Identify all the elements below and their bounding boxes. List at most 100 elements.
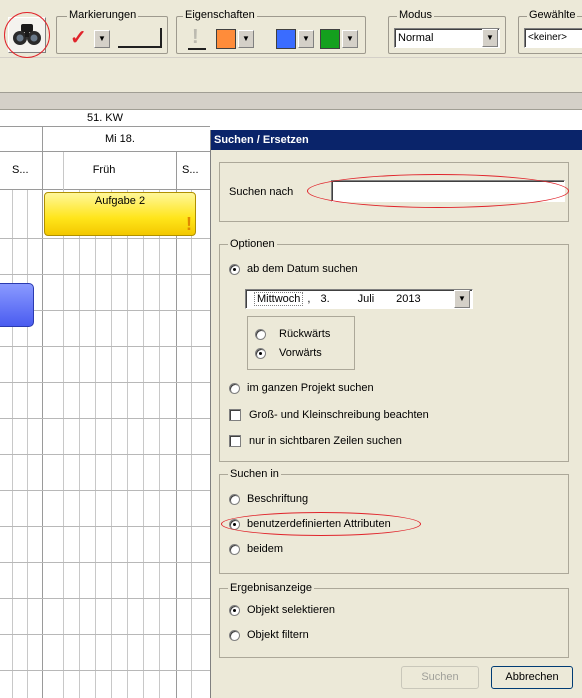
select-object-label: Objekt selektieren bbox=[247, 604, 336, 616]
caption-radio[interactable]: Beschriftung bbox=[229, 493, 308, 505]
shift-right-label: S... bbox=[182, 164, 199, 176]
backward-label: Rückwärts bbox=[279, 328, 331, 340]
grid-line bbox=[191, 190, 192, 698]
radio-indicator bbox=[255, 328, 266, 340]
row-line bbox=[0, 418, 210, 419]
date-dropdown-button[interactable]: ▼ bbox=[454, 290, 470, 308]
row-line bbox=[0, 382, 210, 383]
row-line bbox=[0, 346, 210, 347]
radio-indicator bbox=[229, 629, 240, 641]
grid-line bbox=[27, 190, 28, 698]
result-legend: Ergebnisanzeige bbox=[228, 581, 314, 595]
filter-object-radio[interactable]: Objekt filtern bbox=[229, 629, 309, 641]
backward-radio[interactable]: Rückwärts bbox=[255, 328, 330, 340]
task-bar[interactable] bbox=[0, 283, 34, 327]
properties-group-title: Eigenschaften bbox=[183, 9, 257, 22]
custom-attributes-label: benutzerdefinierten Attributen bbox=[247, 518, 391, 530]
chevron-down-icon: ▼ bbox=[458, 294, 466, 303]
markings-dropdown-button[interactable]: ▼ bbox=[94, 30, 110, 48]
row-line bbox=[0, 634, 210, 635]
orange-color-swatch[interactable] bbox=[216, 29, 236, 49]
grid-line bbox=[95, 190, 96, 698]
find-button[interactable] bbox=[8, 17, 46, 53]
exclamation-icon: ! bbox=[186, 214, 192, 234]
mode-dropdown-button[interactable]: ▼ bbox=[482, 29, 498, 47]
radio-indicator bbox=[229, 382, 240, 394]
whole-project-label: im ganzen Projekt suchen bbox=[247, 382, 374, 394]
search-input[interactable] bbox=[331, 180, 565, 202]
chevron-down-icon: ▼ bbox=[346, 34, 354, 43]
date-picker[interactable]: Mittwoch , 3. Juli 2013 ▼ bbox=[245, 289, 473, 309]
row-line bbox=[0, 598, 210, 599]
markings-slot[interactable] bbox=[118, 28, 162, 48]
selected-select-value: <keiner> bbox=[528, 32, 567, 43]
green-color-dropdown-button[interactable]: ▼ bbox=[342, 30, 358, 48]
date-weekday: Mittwoch bbox=[254, 292, 304, 306]
filter-object-label: Objekt filtern bbox=[247, 629, 309, 641]
grid-line bbox=[12, 190, 13, 698]
radio-indicator bbox=[229, 518, 240, 530]
radio-indicator bbox=[229, 604, 240, 616]
row-line bbox=[0, 526, 210, 527]
checkbox-indicator bbox=[229, 409, 241, 421]
radio-indicator bbox=[229, 263, 240, 275]
day-header: Mi 18. bbox=[0, 127, 210, 152]
cancel-button[interactable]: Abbrechen bbox=[491, 666, 573, 689]
chevron-down-icon: ▼ bbox=[98, 34, 106, 43]
options-legend: Optionen bbox=[228, 237, 277, 251]
search-in-legend: Suchen in bbox=[228, 467, 281, 481]
toolbar: Markierungen ✓ ▼ Eigenschaften ! ▼ ▼ ▼ M… bbox=[0, 0, 582, 58]
mode-group-title: Modus bbox=[397, 9, 435, 22]
custom-attributes-radio[interactable]: benutzerdefinierten Attributen bbox=[229, 518, 391, 530]
selected-group-title: Gewählte bbox=[527, 9, 578, 22]
chevron-down-icon: ▼ bbox=[302, 34, 310, 43]
from-date-radio[interactable]: ab dem Datum suchen bbox=[229, 263, 358, 275]
search-replace-dialog: Suchen / Ersetzen Suchen nach Optionen a… bbox=[210, 130, 582, 698]
grid-line bbox=[159, 190, 160, 698]
match-case-checkbox[interactable]: Groß- und Kleinschreibung beachten bbox=[229, 409, 429, 421]
forward-label: Vorwärts bbox=[279, 347, 322, 359]
chevron-down-icon: ▼ bbox=[242, 34, 250, 43]
caption-label: Beschriftung bbox=[247, 493, 309, 505]
blue-color-swatch[interactable] bbox=[276, 29, 296, 49]
row-line bbox=[0, 670, 210, 671]
select-object-radio[interactable]: Objekt selektieren bbox=[229, 604, 335, 616]
radio-indicator bbox=[229, 493, 240, 505]
search-button[interactable]: Suchen bbox=[401, 666, 479, 689]
date-month: Juli bbox=[357, 293, 375, 305]
result-panel: Ergebnisanzeige bbox=[219, 581, 569, 658]
day-label: Mi 18. bbox=[105, 133, 135, 145]
green-color-swatch[interactable] bbox=[320, 29, 340, 49]
binoculars-icon bbox=[13, 24, 41, 45]
blue-color-dropdown-button[interactable]: ▼ bbox=[298, 30, 314, 48]
week-header: 51. KW bbox=[0, 110, 210, 127]
toolbar-lower-band bbox=[0, 58, 582, 92]
both-radio[interactable]: beidem bbox=[229, 543, 283, 555]
chevron-down-icon: ▼ bbox=[486, 33, 494, 42]
calendar-view: 51. KW Mi 18. S... Früh S... Aufgabe 2 ! bbox=[0, 110, 210, 698]
grid-line bbox=[143, 190, 144, 698]
week-label: 51. KW bbox=[86, 112, 124, 124]
row-line bbox=[0, 490, 210, 491]
exclamation-icon[interactable]: ! bbox=[192, 26, 199, 48]
match-case-label: Groß- und Kleinschreibung beachten bbox=[249, 409, 429, 421]
task-bar[interactable]: Aufgabe 2 ! bbox=[44, 192, 196, 236]
grid-line bbox=[42, 127, 43, 698]
shift-mid-label: Früh bbox=[92, 164, 116, 176]
visible-rows-checkbox[interactable]: nur in sichtbaren Zeilen suchen bbox=[229, 435, 402, 447]
both-label: beidem bbox=[247, 543, 284, 555]
checkbox-indicator bbox=[229, 435, 241, 447]
whole-project-radio[interactable]: im ganzen Projekt suchen bbox=[229, 382, 374, 394]
date-day: 3. bbox=[320, 293, 330, 305]
grid-line bbox=[111, 190, 112, 698]
ruler-bar bbox=[0, 92, 582, 110]
checkmark-icon[interactable]: ✓ bbox=[70, 27, 87, 49]
row-line bbox=[0, 562, 210, 563]
search-label: Suchen nach bbox=[229, 186, 294, 198]
orange-color-dropdown-button[interactable]: ▼ bbox=[238, 30, 254, 48]
forward-radio[interactable]: Vorwärts bbox=[255, 347, 322, 359]
exclamation-underline bbox=[188, 48, 206, 50]
row-line bbox=[0, 238, 210, 239]
selected-select[interactable]: <keiner> bbox=[524, 28, 582, 48]
mode-select-value: Normal bbox=[398, 32, 434, 44]
